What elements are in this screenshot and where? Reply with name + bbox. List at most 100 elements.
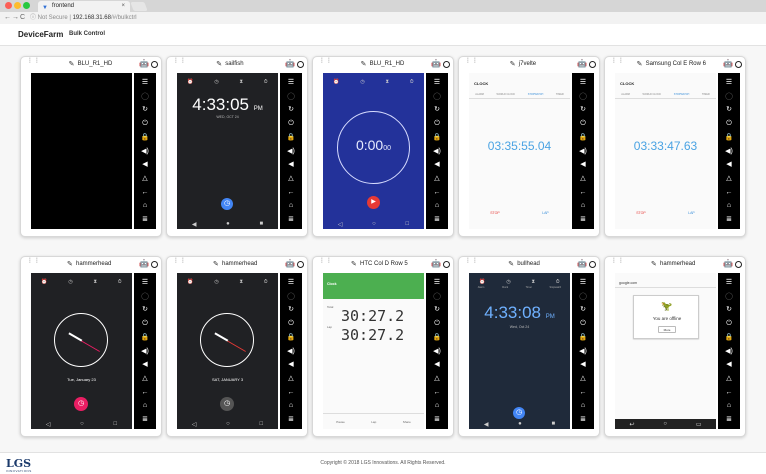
- volume-up-icon[interactable]: ◀): [572, 147, 594, 156]
- volume-down-icon[interactable]: ◀: [280, 160, 302, 169]
- volume-up-icon[interactable]: ◀): [718, 147, 740, 156]
- stopwatch-action-button[interactable]: Pause: [336, 420, 345, 424]
- android-nav-button[interactable]: ◁: [46, 421, 51, 428]
- browser-tab[interactable]: ▼ frontend ×: [38, 1, 130, 12]
- menu-icon[interactable]: ☰: [426, 278, 448, 287]
- device-screen[interactable]: ⏰ ◷ ⧗ ⏱ 0:0000 ▶ ◁ ○ □: [323, 73, 424, 229]
- triangle-icon[interactable]: △: [280, 374, 302, 383]
- clock-tab-label[interactable]: Clock: [502, 286, 508, 289]
- edit-name-icon[interactable]: ✎: [213, 260, 219, 268]
- triangle-icon[interactable]: △: [572, 374, 594, 383]
- device-screen[interactable]: [31, 73, 132, 229]
- refresh-icon[interactable]: ↻: [280, 305, 302, 314]
- list-icon[interactable]: ≣: [718, 215, 740, 224]
- forward-arrow-icon[interactable]: →: [12, 12, 19, 24]
- android-nav-button[interactable]: ○: [372, 221, 376, 227]
- list-icon[interactable]: ≣: [572, 415, 594, 424]
- android-nav-button[interactable]: ●: [226, 221, 230, 227]
- menu-icon[interactable]: ☰: [134, 278, 156, 287]
- edit-name-icon[interactable]: ✎: [361, 60, 367, 68]
- power-icon[interactable]: ⏻: [718, 119, 740, 128]
- lock-icon[interactable]: 🔒: [426, 333, 448, 342]
- device-screen[interactable]: ⏰ ◷ ⧗ ⏱ Tue, January 23 ◷ ◁ ○ □: [31, 273, 132, 429]
- volume-up-icon[interactable]: ◀): [280, 347, 302, 356]
- back-icon[interactable]: ←: [280, 388, 302, 397]
- android-nav-button[interactable]: ○: [663, 421, 667, 427]
- clock-tab-icon[interactable]: ⧗: [531, 279, 535, 285]
- power-icon[interactable]: ⏻: [426, 319, 448, 328]
- drag-handle-icon[interactable]: ⋮⋮: [611, 258, 624, 264]
- menu-icon[interactable]: ☰: [134, 78, 156, 87]
- edit-name-icon[interactable]: ✎: [508, 260, 514, 268]
- device-screen[interactable]: ⏰ ◷ ⧗ ⏱ 4:33:05 PM WED, OCT 24 ◷ ◀ ● ■: [177, 73, 278, 229]
- back-icon[interactable]: ←: [426, 188, 448, 197]
- clock-tab-icon[interactable]: ◷: [214, 79, 218, 85]
- power-icon[interactable]: ⏻: [280, 319, 302, 328]
- clock-tab[interactable]: TIMER: [702, 93, 710, 96]
- edit-name-icon[interactable]: ✎: [216, 60, 222, 68]
- lock-icon[interactable]: 🔒: [572, 333, 594, 342]
- tab-close-icon[interactable]: ×: [121, 1, 125, 12]
- list-icon[interactable]: ≣: [280, 215, 302, 224]
- android-nav-button[interactable]: ◁: [338, 221, 343, 228]
- add-fab-button[interactable]: ◷: [221, 198, 233, 210]
- android-nav-button[interactable]: ○: [226, 421, 230, 427]
- back-icon[interactable]: ←: [572, 388, 594, 397]
- more-button[interactable]: More: [658, 326, 676, 333]
- device-screen[interactable]: ⏰ ◷ ⧗ ⏱ SAT, JANUARY 3 ◷ ◁ ○ □: [177, 273, 278, 429]
- lock-icon[interactable]: 🔒: [718, 333, 740, 342]
- list-icon[interactable]: ≣: [280, 415, 302, 424]
- edit-name-icon[interactable]: ✎: [351, 260, 357, 268]
- brand-title[interactable]: DeviceFarm: [18, 30, 63, 39]
- lap-button[interactable]: LAP: [542, 211, 549, 215]
- volume-down-icon[interactable]: ◀: [572, 160, 594, 169]
- volume-down-icon[interactable]: ◀: [134, 360, 156, 369]
- drag-handle-icon[interactable]: ⋮⋮: [611, 58, 624, 64]
- volume-down-icon[interactable]: ◀: [572, 360, 594, 369]
- drag-handle-icon[interactable]: ⋮⋮: [27, 58, 40, 64]
- clock-tab[interactable]: WORLD CLOCK: [496, 93, 515, 96]
- clock-tab[interactable]: TIMER: [556, 93, 564, 96]
- new-tab-button[interactable]: [130, 2, 148, 11]
- stopwatch-action-button[interactable]: Lap: [371, 420, 376, 424]
- refresh-icon[interactable]: ↻: [426, 305, 448, 314]
- clock-tab-icon[interactable]: ◷: [68, 279, 72, 285]
- refresh-icon[interactable]: ↻: [572, 305, 594, 314]
- refresh-icon[interactable]: ↻: [572, 105, 594, 114]
- drag-handle-icon[interactable]: ⋮⋮: [465, 58, 478, 64]
- volume-up-icon[interactable]: ◀): [426, 147, 448, 156]
- list-icon[interactable]: ≣: [426, 215, 448, 224]
- back-icon[interactable]: ←: [134, 388, 156, 397]
- android-nav-button[interactable]: □: [406, 221, 410, 227]
- back-icon[interactable]: ←: [572, 188, 594, 197]
- home-icon[interactable]: ⌂: [572, 201, 594, 210]
- lock-icon[interactable]: 🔒: [572, 133, 594, 142]
- clock-tab[interactable]: WORLD CLOCK: [642, 93, 661, 96]
- refresh-icon[interactable]: ↻: [134, 105, 156, 114]
- volume-up-icon[interactable]: ◀): [134, 347, 156, 356]
- clock-tab-icon[interactable]: ⏰: [187, 79, 193, 85]
- triangle-icon[interactable]: △: [572, 174, 594, 183]
- drag-handle-icon[interactable]: ⋮⋮: [465, 258, 478, 264]
- circle-icon[interactable]: ◯: [134, 292, 156, 301]
- circle-icon[interactable]: ◯: [426, 292, 448, 301]
- edit-name-icon[interactable]: ✎: [651, 260, 657, 268]
- circle-icon[interactable]: ◯: [426, 92, 448, 101]
- back-icon[interactable]: ←: [134, 188, 156, 197]
- circle-icon[interactable]: ◯: [572, 92, 594, 101]
- clock-tab-icon[interactable]: ⏰: [333, 79, 339, 85]
- menu-icon[interactable]: ☰: [718, 78, 740, 87]
- clock-tab-label[interactable]: Alarm: [478, 286, 485, 289]
- stopwatch-action-button[interactable]: Share: [403, 420, 411, 424]
- lock-icon[interactable]: 🔒: [718, 133, 740, 142]
- device-screen[interactable]: ⏰ ◷ ⧗ ⏱ Alarm Clock Timer Stopwatch 4:33:08 PM We…: [469, 273, 570, 429]
- back-icon[interactable]: ←: [426, 388, 448, 397]
- power-icon[interactable]: ⏻: [134, 319, 156, 328]
- clock-tab-icon[interactable]: ◷: [506, 279, 510, 285]
- stop-button[interactable]: STOP: [636, 211, 645, 215]
- android-nav-button[interactable]: ◀: [192, 221, 197, 228]
- menu-icon[interactable]: ☰: [718, 278, 740, 287]
- circle-icon[interactable]: ◯: [718, 292, 740, 301]
- drag-handle-icon[interactable]: ⋮⋮: [27, 258, 40, 264]
- minimize-window-button[interactable]: [14, 2, 21, 9]
